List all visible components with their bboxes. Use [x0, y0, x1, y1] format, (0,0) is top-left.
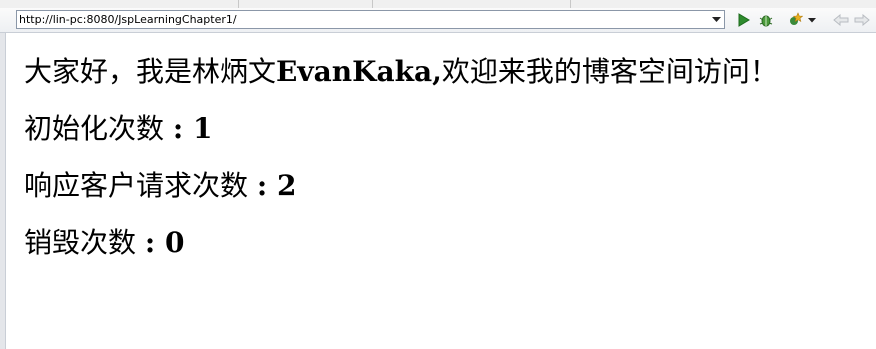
debug-icon	[759, 15, 773, 27]
browser-toolbar	[0, 8, 876, 33]
destroy-count-label: 销毁次数	[24, 226, 145, 259]
forward-button[interactable]	[853, 11, 871, 29]
tools-dropdown-button[interactable]	[806, 11, 818, 29]
greeting-line: 大家好，我是林炳文EvanKaka,欢迎来我的博客空间访问！	[24, 52, 874, 92]
strip-divider	[238, 0, 239, 8]
service-count-value: : 2	[256, 169, 297, 202]
greeting-name: EvanKaka,	[276, 55, 442, 88]
url-input[interactable]	[19, 12, 709, 27]
chevron-down-icon	[808, 17, 816, 22]
greeting-prefix: 大家好，我是林炳文	[24, 55, 277, 88]
service-count-label: 响应客户请求次数	[24, 169, 257, 202]
debug-button[interactable]	[757, 11, 775, 29]
external-tools-icon	[790, 12, 803, 25]
init-count-label: 初始化次数	[24, 112, 173, 145]
editor-left-margin	[0, 33, 6, 349]
greeting-suffix: 欢迎来我的博客空间访问！	[441, 55, 778, 88]
page-content: 大家好，我是林炳文EvanKaka,欢迎来我的博客空间访问！ 初始化次数 : 1…	[24, 52, 874, 280]
destroy-count-line: 销毁次数 : 0	[24, 223, 874, 263]
back-button[interactable]	[832, 11, 850, 29]
init-count-line: 初始化次数 : 1	[24, 109, 874, 149]
run-button[interactable]	[734, 11, 752, 29]
forward-arrow-icon	[854, 14, 870, 26]
back-arrow-icon	[833, 14, 849, 26]
external-tools-button[interactable]	[786, 11, 804, 29]
strip-divider	[372, 0, 373, 8]
service-count-line: 响应客户请求次数 : 2	[24, 166, 874, 206]
chevron-down-icon	[712, 16, 721, 22]
init-count-value: : 1	[172, 112, 213, 145]
window-top-strip	[0, 0, 876, 8]
url-dropdown-button[interactable]	[710, 12, 723, 27]
address-bar[interactable]	[16, 10, 725, 29]
destroy-count-value: : 0	[144, 226, 185, 259]
run-icon	[738, 13, 750, 27]
strip-divider	[570, 0, 571, 8]
